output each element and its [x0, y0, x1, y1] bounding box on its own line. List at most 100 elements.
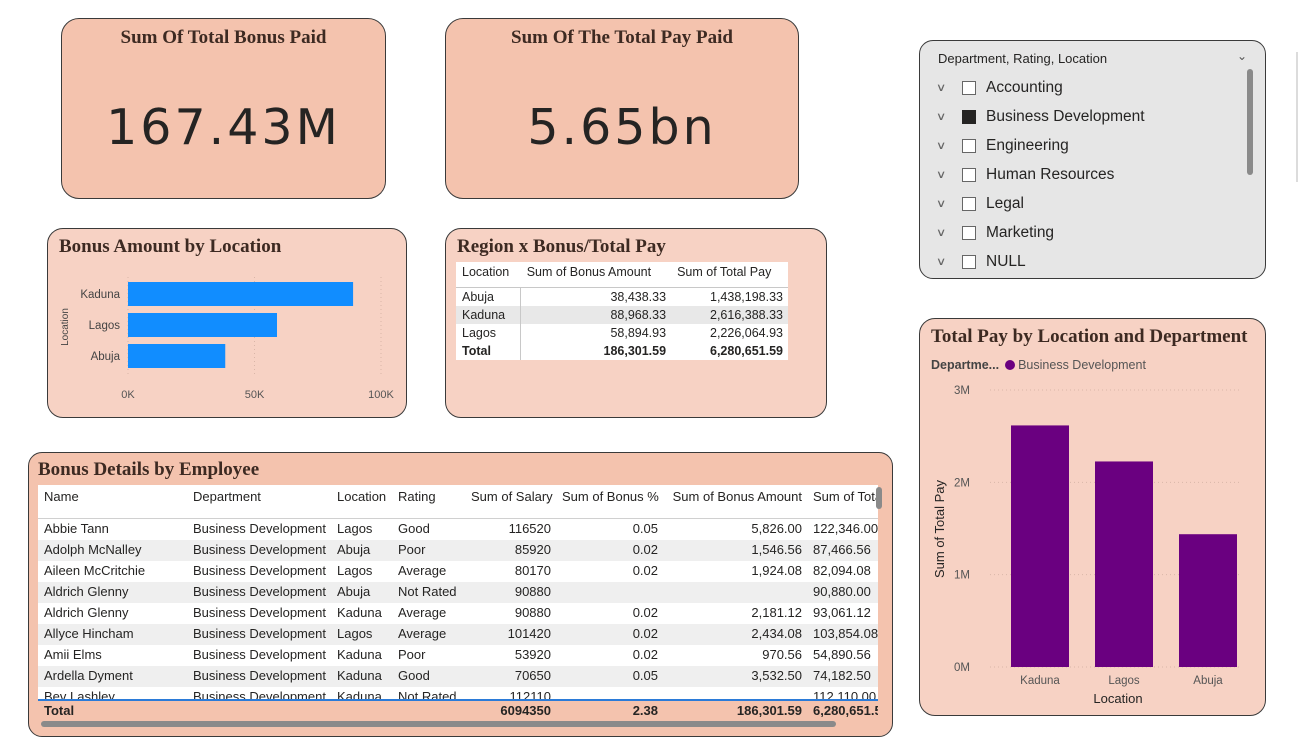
bar[interactable] — [128, 313, 278, 337]
matrix-row[interactable]: Abuja 38,438.33 1,438,198.33 — [456, 287, 788, 306]
expand-chevron-icon[interactable]: ∨ — [936, 255, 954, 268]
table-cell: 90880 — [465, 581, 556, 603]
column-header[interactable]: Sum of Total Pay — [807, 485, 878, 519]
table-cell: Kaduna — [337, 605, 382, 620]
slicer-item[interactable]: ∨ Human Resources — [936, 160, 1248, 189]
checkbox[interactable] — [962, 80, 976, 95]
x-tick-label: 50K — [245, 389, 265, 401]
column-chart-svg: Sum of Total Pay Location 0M 1M 2M 3M Kaduna… — [932, 385, 1242, 706]
expand-chevron-icon[interactable]: ∨ — [936, 226, 954, 239]
kpi-value: 167.43M — [106, 99, 341, 156]
table-cell: 2,434.08 — [663, 623, 807, 645]
bar[interactable] — [128, 344, 226, 368]
table-header-row: Name Department Location Rating Sum of S… — [38, 485, 878, 519]
matrix-cell: 2,226,064.93 — [710, 326, 783, 340]
slicer-item[interactable]: ∨ Business Development — [936, 102, 1248, 131]
matrix-header[interactable]: Location — [456, 262, 521, 288]
y-tick-label: Lagos — [89, 320, 121, 332]
checkbox[interactable] — [962, 167, 976, 182]
table-cell: Average — [398, 605, 447, 620]
table-cell: Abuja — [331, 581, 392, 603]
table-cell: Not Rated — [392, 581, 465, 603]
x-tick-label: 100K — [368, 389, 394, 401]
table-row[interactable]: Aldrich Glenny Business Development Kaduna… — [38, 603, 878, 624]
table-cell: 87,466.56 — [807, 539, 878, 561]
horizontal-scrollbar[interactable] — [41, 721, 836, 727]
slicer-item[interactable]: ∨ Legal — [936, 189, 1248, 218]
table-row[interactable]: Abbie Tann Business Development Lagos Good 1… — [38, 519, 878, 540]
table-cell: Abuja — [331, 539, 392, 561]
expand-chevron-icon[interactable]: ∨ — [936, 197, 954, 210]
table-cell: Business Development — [193, 563, 326, 578]
expand-chevron-icon[interactable]: ∨ — [936, 168, 954, 181]
table-cell: Amii Elms — [44, 647, 102, 662]
table-cell: Business Development — [193, 605, 326, 620]
table-cell: Ardella Dyment — [38, 665, 187, 687]
bonus-details-card[interactable]: Bonus Details by Employee Name Departmen… — [28, 452, 893, 737]
matrix-row[interactable]: Lagos 58,894.93 2,226,064.93 — [456, 324, 788, 342]
column-bar[interactable] — [1179, 534, 1237, 667]
column-header[interactable]: Department — [187, 485, 331, 519]
table-row[interactable]: Ardella Dyment Business Development Kaduna… — [38, 665, 878, 687]
x-tick-label: Lagos — [1108, 675, 1140, 687]
region-matrix-card[interactable]: Region x Bonus/Total Pay Location Sum of… — [445, 228, 827, 418]
slicer-item[interactable]: ∨ NULL — [936, 247, 1248, 276]
total-pay-column-chart[interactable]: Total Pay by Location and Department Dep… — [919, 318, 1266, 716]
kpi-card-total-pay[interactable]: Sum Of The Total Pay Paid 5.65bn — [445, 18, 799, 199]
bar-chart-svg: Location 0K 50K 100K Kaduna Lagos Abuja — [60, 277, 395, 401]
y-tick-label: Abuja — [91, 351, 121, 363]
total-cell — [392, 701, 465, 718]
slicer-item[interactable]: ∨ Marketing — [936, 218, 1248, 247]
table-cell: Business Development — [187, 623, 331, 645]
column-bar[interactable] — [1011, 425, 1069, 667]
bar[interactable] — [128, 282, 354, 306]
matrix-header[interactable]: Sum of Total Pay — [671, 262, 788, 288]
column-header[interactable]: Location — [331, 485, 392, 519]
table-cell: 93,061.12 — [813, 605, 871, 620]
table-row[interactable]: Amii Elms Business Development Kaduna Poor 5… — [38, 645, 878, 666]
slicer-item[interactable]: ∨ Engineering — [936, 131, 1248, 160]
matrix-row[interactable]: Kaduna 88,968.33 2,616,388.33 — [456, 306, 788, 324]
expand-chevron-icon[interactable]: ∨ — [936, 81, 954, 94]
checkbox[interactable] — [962, 138, 976, 153]
table-cell: 54,890.56 — [813, 647, 871, 662]
x-tick-label: Kaduna — [1020, 675, 1060, 687]
checkbox[interactable] — [962, 254, 976, 269]
department-slicer[interactable]: Department, Rating, Location ⌄ ∨ Accounti… — [919, 40, 1266, 279]
table-cell: Lagos — [337, 563, 373, 578]
slicer-scrollbar[interactable] — [1247, 69, 1253, 175]
table-row[interactable]: Aileen McCritchie Business Development Lag… — [38, 561, 878, 582]
column-header[interactable]: Sum of Bonus Amount — [663, 485, 807, 519]
slicer-item[interactable]: ∨ Accounting — [936, 73, 1248, 102]
kpi-card-total-bonus[interactable]: Sum Of Total Bonus Paid 167.43M — [61, 18, 386, 199]
table-cell: Allyce Hincham — [38, 623, 187, 645]
matrix-total-cell: 6,280,651.59 — [710, 344, 783, 358]
checkbox[interactable] — [962, 225, 976, 240]
bonus-by-location-chart[interactable]: Bonus Amount by Location Location 0K 50K 1… — [47, 228, 407, 418]
y-tick-label: 1M — [954, 570, 970, 582]
slicer-item-label: Accounting — [986, 78, 1063, 96]
table-row[interactable]: Allyce Hincham Business Development Lagos A… — [38, 623, 878, 645]
column-bar[interactable] — [1095, 461, 1153, 667]
column-header[interactable]: Name — [38, 485, 187, 519]
table-row[interactable]: Aldrich Glenny Business Development Abuja N… — [38, 581, 878, 603]
table-cell: 122,346.00 — [813, 521, 878, 537]
expand-chevron-icon[interactable]: ∨ — [936, 139, 954, 152]
y-tick-label: Kaduna — [80, 289, 120, 301]
column-header[interactable]: Sum of Salary — [465, 485, 556, 519]
table-cell: 82,094.08 — [813, 563, 871, 578]
slicer-item-label: NULL — [986, 252, 1026, 270]
checkbox[interactable] — [962, 196, 976, 211]
matrix-header[interactable]: Sum of Bonus Amount — [520, 262, 672, 288]
column-header[interactable]: Rating — [392, 485, 465, 519]
expand-chevron-icon[interactable]: ∨ — [936, 110, 954, 123]
checkbox[interactable] — [962, 109, 976, 124]
total-cell — [331, 701, 392, 718]
table-cell: 0.02 — [556, 623, 663, 645]
table-row[interactable]: Adolph McNalley Business Development Abuja… — [38, 539, 878, 561]
column-header[interactable]: Sum of Bonus % — [556, 485, 663, 519]
chevron-down-icon[interactable]: ⌄ — [1237, 49, 1247, 63]
table-title: Bonus Details by Employee — [38, 459, 260, 480]
vertical-scrollbar[interactable] — [876, 487, 882, 509]
slicer-item-label: Human Resources — [986, 165, 1115, 183]
